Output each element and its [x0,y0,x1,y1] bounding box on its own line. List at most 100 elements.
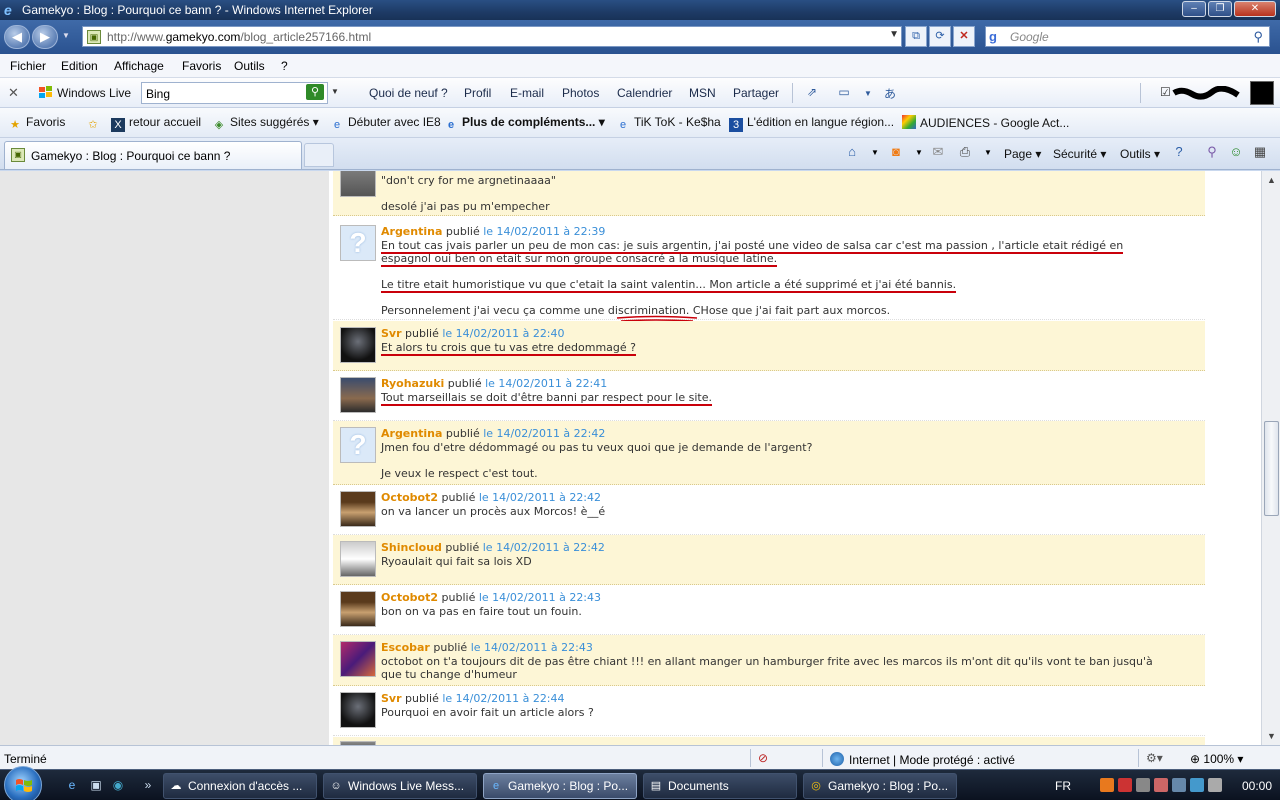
start-button[interactable] [4,766,42,800]
avatar[interactable] [340,692,376,728]
tray-icon[interactable] [1154,778,1168,792]
popup-settings-icon[interactable]: ⚙▾ [1146,751,1163,765]
bing-search-input[interactable]: Bing [141,82,328,104]
feeds-dropdown-icon[interactable]: ▼ [910,148,928,166]
comment-author[interactable]: Argentina [381,225,442,238]
show-desktop-icon[interactable]: ▣ [88,778,104,794]
menu-help[interactable]: ? [281,59,288,73]
fav-retour-accueil[interactable]: Xretour accueil [111,115,201,132]
history-dropdown-icon[interactable]: ▼ [62,31,70,40]
minimize-button[interactable]: ‒ [1182,1,1206,17]
fav-sites-suggeres[interactable]: ◈ Sites suggérés ▾ [212,115,319,132]
comment-author[interactable]: Argentina [381,427,442,440]
messenger-icon[interactable]: ☺ [1227,144,1245,162]
windows-live-label[interactable]: Windows Live [57,86,131,100]
comment-author[interactable]: Octobot2 [381,591,438,604]
comment-date[interactable]: le 14/02/2011 à 22:42 [483,427,605,440]
search-icon[interactable]: ⚲ [1253,29,1263,45]
comment-author[interactable]: Shincloud [381,541,442,554]
fav-plus-complements[interactable]: e Plus de compléments... ▾ [444,115,605,132]
tray-icon[interactable] [1172,778,1186,792]
web-search-input[interactable]: g Google ⚲ [985,26,1270,47]
new-tab-button[interactable] [304,143,334,167]
translate-icon[interactable]: あ [882,85,898,101]
url-input[interactable]: ▣ http://www.gamekyo.com/blog_article257… [82,26,902,47]
compat-view-icon[interactable]: ⧉ [905,26,927,47]
avatar[interactable] [340,377,376,413]
comment-date[interactable]: le 14/02/2011 à 22:39 [483,225,605,238]
scroll-thumb[interactable] [1264,421,1279,516]
comment-author[interactable]: Svr [381,692,402,705]
scroll-down-icon[interactable]: ▼ [1264,729,1279,743]
avatar[interactable] [340,591,376,627]
add-favorite-icon[interactable]: ✩ [86,115,104,132]
comment-date[interactable]: le 14/02/2011 à 22:42 [479,491,601,504]
stop-icon[interactable]: ✕ [953,26,975,47]
user-avatar[interactable] [1250,81,1274,105]
blog-this-icon[interactable]: ▦ [1251,144,1269,162]
avatar[interactable] [340,491,376,527]
highlight-dropdown-icon[interactable]: ▼ [860,89,876,105]
menu-fichier[interactable]: Fichier [10,59,46,73]
clock[interactable]: 00:00 [1242,779,1272,793]
avatar[interactable] [340,171,376,197]
menu-favoris[interactable]: Favoris [182,59,221,73]
share-icon[interactable]: ⇗ [804,85,820,101]
taskbar-item-connexion[interactable]: ☁ Connexion d'accès ... [163,773,317,799]
maximize-button[interactable]: ❐ [1208,1,1232,17]
bing-dropdown-icon[interactable]: ▼ [331,87,339,96]
comment-date[interactable]: le 14/02/2011 à 22:43 [471,641,593,654]
print-dropdown-icon[interactable]: ▼ [979,148,997,166]
wl-link-email[interactable]: E-mail [510,86,544,100]
scroll-up-icon[interactable]: ▲ [1264,173,1279,187]
media-quicklaunch-icon[interactable]: ◉ [110,778,126,794]
forward-button[interactable]: ▶ [32,25,58,49]
highlight-icon[interactable]: ▭ [836,85,852,101]
volume-icon[interactable] [1208,778,1222,792]
fav-tiktok[interactable]: e TiK ToK - Ke$ha [616,115,721,132]
back-button[interactable]: ◀ [4,25,30,49]
fav-edition-region[interactable]: 3 L'édition en langue région... [729,115,894,132]
home-dropdown-icon[interactable]: ▼ [866,148,884,166]
refresh-icon[interactable]: ⟳ [929,26,951,47]
comment-date[interactable]: le 14/02/2011 à 22:41 [485,377,607,390]
tray-icon[interactable] [1118,778,1132,792]
mail-icon[interactable]: ✉ [929,144,947,162]
comment-date[interactable]: le 14/02/2011 à 22:44 [442,692,564,705]
menu-affichage[interactable]: Affichage [114,59,164,73]
avatar[interactable] [340,641,376,677]
comment-author[interactable]: Octobot2 [381,491,438,504]
avatar[interactable] [340,327,376,363]
home-icon[interactable]: ⌂ [843,144,861,162]
wl-link-calendrier[interactable]: Calendrier [617,86,672,100]
taskbar-item-documents[interactable]: ▤ Documents [643,773,797,799]
wl-link-profil[interactable]: Profil [464,86,491,100]
taskbar-item-gamekyo-ie[interactable]: e Gamekyo : Blog : Po... [483,773,637,799]
url-dropdown-icon[interactable]: ▼ [889,29,899,40]
taskbar-item-messenger[interactable]: ☺ Windows Live Mess... [323,773,477,799]
language-indicator[interactable]: FR [1055,779,1071,793]
print-icon[interactable]: ⎙ [956,144,974,162]
security-menu[interactable]: Sécurité ▾ [1053,147,1106,161]
checkbox-icon[interactable]: ☑ [1160,85,1171,99]
feeds-icon[interactable]: ◙ [887,144,905,162]
wl-link-quoi-de-neuf[interactable]: Quoi de neuf ? [369,86,448,100]
quicklaunch-more-icon[interactable]: » [140,778,156,794]
page-menu[interactable]: Page ▾ [1004,147,1041,161]
avatar[interactable]: ? [340,225,376,261]
wl-link-photos[interactable]: Photos [562,86,599,100]
tools-menu[interactable]: Outils ▾ [1120,147,1160,161]
research-icon[interactable]: ⚲ [1203,144,1221,162]
comment-date[interactable]: le 14/02/2011 à 22:43 [479,591,601,604]
comment-author[interactable]: Escobar [381,641,430,654]
security-zone[interactable]: Internet | Mode protégé : activé [830,752,1015,767]
fav-audiences[interactable]: AUDIENCES - Google Act... [902,115,1069,130]
tray-icon[interactable] [1100,778,1114,792]
menu-outils[interactable]: Outils [234,59,265,73]
tab-gamekyo[interactable]: ▣ Gamekyo : Blog : Pourquoi ce bann ? [4,141,302,169]
fav-debuter-ie8[interactable]: e Débuter avec IE8 [330,115,441,132]
comment-date[interactable]: le 14/02/2011 à 22:42 [483,541,605,554]
network-tray-icon[interactable] [1190,778,1204,792]
help-icon[interactable]: ? [1170,144,1188,162]
comment-date[interactable]: le 14/02/2011 à 22:40 [442,327,564,340]
